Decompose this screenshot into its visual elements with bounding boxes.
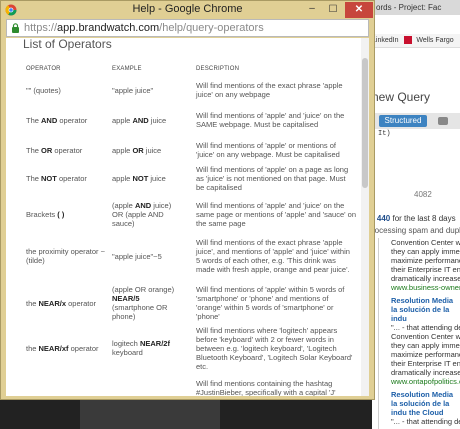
wells-fargo-icon	[404, 36, 413, 45]
result-title[interactable]: Resolution Media la solución de la indu …	[379, 390, 459, 417]
operator-description: Will find mentions of 'apple' or mention…	[196, 141, 340, 159]
operator-description: Will find mentions of the exact phrase '…	[196, 238, 350, 274]
result-url[interactable]: www.business-owner	[379, 283, 460, 292]
operator-name: Brackets ( )	[26, 209, 65, 219]
operator-name: The AND operator	[26, 115, 88, 125]
operator-description: Will find mentions of the exact phrase '…	[196, 81, 343, 99]
operator-row: the NEAR/xf operator logitech NEAR/2f key…	[6, 325, 361, 371]
result-title[interactable]: Resolution Media la solución de la indu	[379, 296, 459, 323]
scrollbar-thumb[interactable]	[362, 58, 368, 188]
operator-example: (apple AND juice) OR (apple AND sauce)	[112, 200, 172, 228]
operator-description: Will find mentions of 'apple' and 'juice…	[196, 111, 345, 129]
operator-row: The NOT operator apple NOT juice Will find…	[6, 164, 361, 192]
chrome-help-window: Help - Google Chrome ‒ ☐ ✕ https://app.b…	[0, 0, 375, 400]
processing-note: rocessing spam and dupl	[372, 226, 460, 235]
operator-description: Will find mentions of 'apple' within 5 w…	[196, 285, 345, 321]
column-header-description: DESCRIPTION	[196, 66, 240, 72]
operator-row: the NEAR/x operator (apple OR orange) NEA…	[6, 284, 361, 322]
operator-example: "apple juice"~5	[112, 251, 162, 261]
operator-row: "" (quotes) "apple juice" Will find mentio…	[6, 80, 361, 100]
maximize-button[interactable]: ☐	[324, 4, 342, 16]
operator-description: Will find mentions of 'apple' on a page …	[196, 164, 349, 192]
result-snippet: "... - that attending de	[391, 417, 460, 426]
operator-name: the proximity operator ~ (tilde)	[26, 247, 105, 265]
result-snippet: maximize performanc	[391, 350, 460, 359]
query-mode-tabs: Structured	[372, 113, 460, 129]
address-bar[interactable]: https://app.brandwatch.com/help/query-op…	[6, 19, 369, 37]
result-snippet: dramatically increase	[391, 274, 460, 283]
result-snippet: they can apply imme	[391, 247, 460, 256]
result-snippet: "... - that attending de	[391, 323, 460, 332]
close-button[interactable]: ✕	[345, 2, 373, 18]
result-snippet: Convention Center wil	[391, 332, 460, 341]
help-page: List of Operators OPERATOR EXAMPLE DESCR…	[6, 38, 369, 396]
operator-description: Will find mentions containing the hashta…	[196, 379, 336, 396]
results-list: Convention Center wil they can apply imm…	[378, 238, 460, 429]
operator-name: "" (quotes)	[26, 85, 61, 95]
new-query-heading: new Query	[372, 90, 431, 104]
result-snippet: dramatically increase	[391, 368, 460, 377]
operator-row: Will find mentions containing the hashta…	[6, 376, 361, 396]
page-title: List of Operators	[23, 38, 112, 51]
result-snippet: their Enterprise IT en	[391, 265, 460, 274]
operator-description: Will find mentions of 'apple' and 'juice…	[196, 200, 356, 228]
operator-example: (apple OR orange) NEAR/5 (smartphone OR …	[112, 285, 175, 321]
bookmarks-bar: LinkedIn Wells Fargo	[372, 34, 460, 48]
operator-example: logitech NEAR/2f keyboard	[112, 339, 170, 357]
mention-summary: r 440 for the last 8 days	[372, 214, 456, 223]
operator-description: Will find mentions where 'logitech' appe…	[196, 325, 353, 371]
operator-row: The AND operator apple AND juice Will find…	[6, 110, 361, 130]
background-window-title: ords - Project: Fac	[372, 0, 460, 15]
operator-example: apple NOT juice	[112, 173, 166, 183]
operator-name: the NEAR/x operator	[26, 298, 97, 308]
url-text[interactable]: https://app.brandwatch.com/help/query-op…	[24, 22, 264, 35]
bookmark-wells-fargo[interactable]: Wells Fargo	[416, 37, 453, 44]
operator-example: "apple juice"	[112, 85, 154, 95]
lock-icon	[12, 23, 19, 33]
column-header-operator: OPERATOR	[26, 66, 61, 72]
operator-example: apple AND juice	[112, 115, 167, 125]
tab-structured[interactable]: Structured	[379, 115, 427, 127]
result-url[interactable]: www.ontapofpolitics.c	[379, 377, 460, 386]
result-snippet: maximize performanc	[391, 256, 460, 265]
bookmark-linkedin[interactable]: LinkedIn	[372, 37, 398, 44]
operator-example: apple OR juice	[112, 145, 162, 155]
operator-row: the proximity operator ~ (tilde) "apple j…	[6, 236, 361, 276]
operator-row: The OR operator apple OR juice Will find m…	[6, 140, 361, 160]
minimize-button[interactable]: ‒	[303, 4, 321, 16]
operator-example	[112, 376, 176, 396]
operator-name	[26, 376, 108, 396]
character-count: 4082	[414, 190, 432, 199]
operator-name: the NEAR/xf operator	[26, 343, 99, 353]
query-text[interactable]: It)	[378, 130, 391, 138]
result-snippet: they can apply imme	[391, 341, 460, 350]
operator-name: The NOT operator	[26, 173, 87, 183]
result-snippet: Convention Center wil	[391, 238, 460, 247]
toggle-icon[interactable]	[438, 117, 448, 125]
taskbar-item	[80, 400, 220, 429]
operator-name: The OR operator	[26, 145, 83, 155]
column-header-example: EXAMPLE	[112, 66, 142, 72]
operator-row: Brackets ( ) (apple AND juice) OR (apple …	[6, 198, 361, 230]
result-snippet: their Enterprise IT en	[391, 359, 460, 368]
